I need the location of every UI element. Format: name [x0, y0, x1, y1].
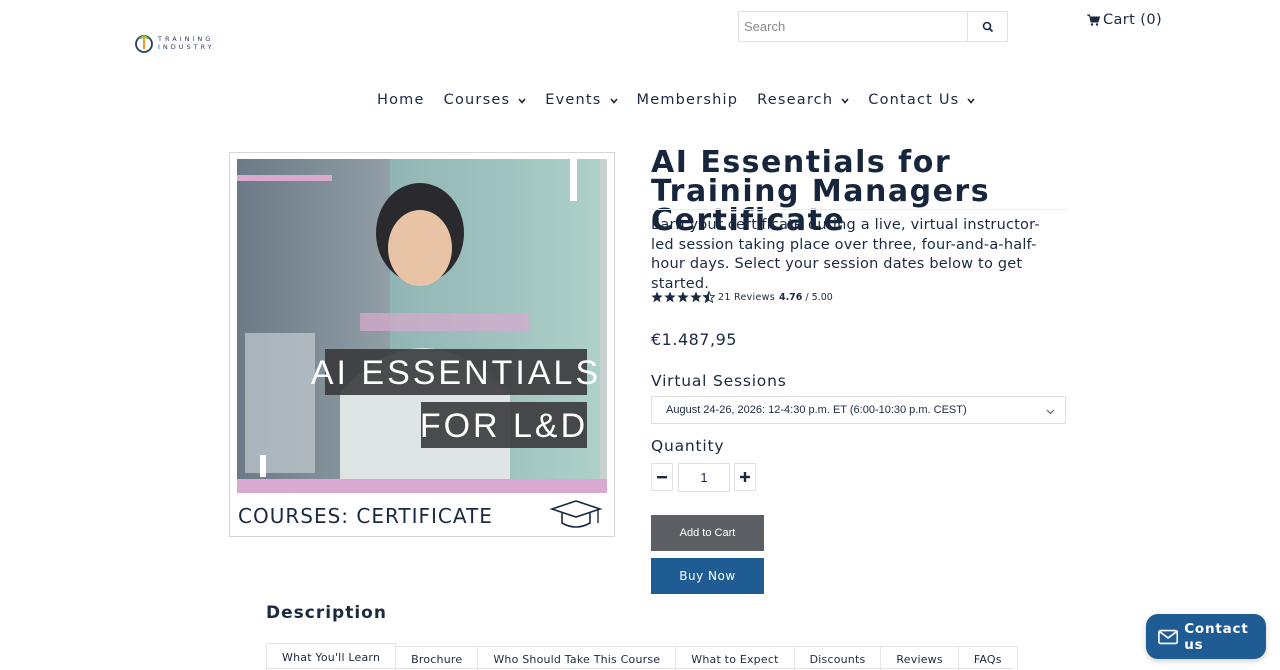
- contact-us-label: Contact us: [1184, 620, 1249, 653]
- course-thumbnail-graphic: AI ESSENTIALS FOR L&D COURSES: CERTIFICA…: [237, 159, 607, 528]
- selected-session: August 24-26, 2026: 12-4:30 p.m. ET (6:0…: [666, 404, 967, 416]
- cart-label: Cart (0): [1103, 12, 1163, 28]
- tabs-divider: [266, 668, 1014, 669]
- chevron-down-icon: [518, 92, 526, 108]
- quantity-decrease-button[interactable]: [651, 463, 673, 491]
- description-heading: Description: [266, 603, 387, 623]
- star-icon: [677, 291, 689, 303]
- quantity-increase-button[interactable]: [734, 463, 756, 491]
- product-description: Earn your certificate during a live, vir…: [651, 217, 1040, 292]
- search-box: [738, 11, 1008, 42]
- image-overlay-line1: AI ESSENTIALS: [311, 354, 601, 392]
- logo-mark-icon: [135, 35, 153, 53]
- average-rating: 4.76: [778, 291, 803, 303]
- star-icon: [664, 291, 676, 303]
- training-industry-logo[interactable]: TRAINING INDUSTRY: [134, 30, 234, 56]
- add-to-cart-button[interactable]: Add to Cart: [651, 515, 764, 551]
- product-price: €1.487,95: [651, 330, 737, 349]
- contact-us-button[interactable]: Contact us: [1146, 614, 1266, 659]
- star-icon: [690, 291, 702, 303]
- chevron-down-icon: [609, 92, 618, 108]
- nav-item-events[interactable]: Events: [545, 92, 618, 108]
- nav-label: Research: [757, 92, 834, 108]
- search-input[interactable]: [739, 12, 967, 41]
- buy-now-button[interactable]: Buy Now: [651, 558, 764, 594]
- product-image[interactable]: AI ESSENTIALS FOR L&D COURSES: CERTIFICA…: [229, 152, 615, 537]
- session-select[interactable]: August 24-26, 2026: 12-4:30 p.m. ET (6:0…: [651, 396, 1066, 424]
- search-button[interactable]: [967, 12, 1007, 41]
- tab-brochure[interactable]: Brochure: [395, 646, 479, 670]
- quantity-input[interactable]: [678, 463, 730, 492]
- nav-label: Contact Us: [868, 92, 960, 108]
- tab-reviews[interactable]: Reviews: [880, 646, 959, 670]
- cart-link[interactable]: Cart (0): [1087, 12, 1162, 28]
- sessions-label: Virtual Sessions: [651, 372, 787, 390]
- nav-item-contact-us[interactable]: Contact Us: [868, 92, 976, 108]
- nav-item-courses[interactable]: Courses: [444, 92, 527, 108]
- envelope-icon: [1158, 629, 1179, 644]
- logo-text-bottom: INDUSTRY: [158, 43, 215, 51]
- rating-max: / 5.00: [805, 291, 833, 303]
- nav-label: Home: [377, 92, 425, 108]
- tab-what-to-expect[interactable]: What to Expect: [675, 646, 795, 670]
- main-nav: Home Courses Events Membership Research …: [377, 92, 994, 108]
- chevron-down-icon: [967, 92, 976, 108]
- rating-summary[interactable]: 21 Reviews 4.76 / 5.00: [651, 291, 833, 303]
- shopping-cart-icon: [1087, 14, 1100, 26]
- nav-label: Courses: [443, 92, 511, 108]
- description-tabs: What You'll Learn Brochure Who Should Ta…: [266, 643, 1018, 670]
- chevron-down-icon: [841, 92, 849, 108]
- star-icon: [651, 291, 663, 303]
- image-overlay-line2: FOR L&D: [420, 407, 588, 445]
- reviews-count[interactable]: 21 Reviews: [718, 292, 775, 303]
- nav-label: Events: [545, 92, 602, 108]
- chevron-down-icon: [1046, 406, 1055, 418]
- star-rating: [651, 291, 715, 303]
- tab-what-youll-learn[interactable]: What You'll Learn: [266, 643, 397, 670]
- nav-item-research[interactable]: Research: [757, 92, 849, 108]
- tab-who-should-take[interactable]: Who Should Take This Course: [477, 646, 677, 670]
- title-divider: [651, 209, 1066, 210]
- nav-label: Membership: [636, 92, 739, 108]
- tab-faqs[interactable]: FAQs: [957, 646, 1018, 670]
- half-star-icon: [703, 291, 715, 303]
- graduation-cap-icon: [549, 500, 603, 528]
- plus-icon: [740, 472, 750, 482]
- quantity-label: Quantity: [651, 437, 725, 455]
- image-footer-text: COURSES: CERTIFICATE: [238, 504, 493, 528]
- nav-item-membership[interactable]: Membership: [637, 92, 739, 108]
- nav-item-home[interactable]: Home: [377, 92, 425, 108]
- tab-discounts[interactable]: Discounts: [793, 646, 882, 670]
- search-icon: [982, 21, 993, 32]
- minus-icon: [657, 476, 667, 479]
- logo-text-top: TRAINING: [158, 35, 214, 43]
